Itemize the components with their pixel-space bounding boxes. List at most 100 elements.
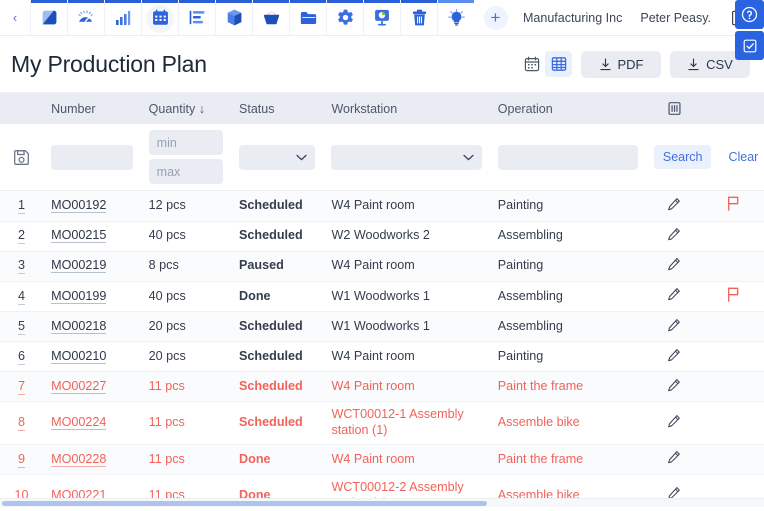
row-number-cell: MO00228 (43, 444, 141, 474)
edit-pencil-icon (667, 227, 681, 241)
nav-item-calendar-icon[interactable] (141, 0, 178, 36)
table-row[interactable]: 2MO0021540 pcsScheduledW2 Woodworks 2Ass… (0, 221, 764, 251)
edit-row-button[interactable] (667, 414, 681, 433)
row-quantity: 8 pcs (141, 251, 231, 281)
mo-link[interactable]: MO00218 (51, 319, 106, 334)
table-filter-body: Search Clear (0, 124, 764, 191)
col-header-quantity[interactable]: Quantity ↓ (141, 93, 231, 124)
nav-item-task-list-icon[interactable] (178, 0, 215, 36)
nav-back-button[interactable]: ‹ (0, 0, 30, 36)
table-row[interactable]: 5MO0021820 pcsScheduledW1 Woodworks 1Ass… (0, 312, 764, 342)
mo-link[interactable]: MO00228 (51, 452, 106, 467)
flag-row-button[interactable] (726, 287, 740, 307)
table-head: Number Quantity ↓ Status Workstation Ope… (0, 93, 764, 124)
filter-workstation-select[interactable] (331, 145, 481, 170)
edit-row-button[interactable] (667, 227, 681, 246)
production-plan-table-wrapper: Number Quantity ↓ Status Workstation Ope… (0, 92, 764, 507)
edit-pencil-icon (667, 197, 681, 211)
top-navigation-bar: ‹ (0, 0, 764, 36)
filter-number-input[interactable] (51, 145, 133, 170)
header-actions: PDF CSV (518, 51, 750, 78)
nav-item-bar-chart-icon[interactable] (104, 0, 141, 36)
download-pdf-button[interactable]: PDF (581, 51, 661, 78)
mo-link[interactable]: MO00227 (51, 379, 106, 394)
mo-link[interactable]: MO00215 (51, 228, 106, 243)
col-header-status[interactable]: Status (231, 93, 323, 124)
table-row[interactable]: 1MO0019212 pcsScheduledW4 Paint roomPain… (0, 191, 764, 222)
save-filter-button[interactable] (8, 149, 35, 166)
table-row[interactable]: 4MO0019940 pcsDoneW1 Woodworks 1Assembli… (0, 281, 764, 312)
mo-link[interactable]: MO00192 (51, 198, 106, 213)
nav-item-trash-icon[interactable] (400, 0, 437, 36)
clear-button[interactable]: Clear (719, 145, 764, 169)
col-header-workstation[interactable]: Workstation (323, 93, 489, 124)
edit-pencil-icon (667, 287, 681, 301)
filter-number-cell (43, 124, 141, 191)
filter-quantity-max-input[interactable] (149, 159, 223, 184)
save-filter-icon (13, 149, 30, 166)
edit-row-button[interactable] (667, 257, 681, 276)
edit-row-button[interactable] (667, 318, 681, 337)
edit-row-button[interactable] (667, 197, 681, 216)
nav-item-box-icon[interactable] (215, 0, 252, 36)
edit-row-button[interactable] (667, 450, 681, 469)
row-edit-cell (646, 251, 702, 281)
box-icon (227, 9, 242, 26)
filter-operation-input[interactable] (498, 145, 638, 170)
nav-item-lightbulb-icon[interactable] (437, 0, 474, 36)
nav-item-basket-icon[interactable] (252, 0, 289, 36)
nav-item-dashboard-icon[interactable] (30, 0, 67, 36)
edit-row-button[interactable] (667, 287, 681, 306)
nav-item-gauge-icon[interactable] (67, 0, 104, 36)
calendar-view-button[interactable] (518, 51, 545, 77)
row-edit-cell (646, 312, 702, 342)
edit-row-button[interactable] (667, 348, 681, 367)
table-row[interactable]: 3MO002198 pcsPausedW4 Paint roomPainting (0, 251, 764, 281)
nav-item-gear-icon[interactable] (326, 0, 363, 36)
horizontal-scrollbar[interactable] (0, 498, 764, 507)
production-plan-table: Number Quantity ↓ Status Workstation Ope… (0, 93, 764, 507)
nav-item-folder-icon[interactable] (289, 0, 326, 36)
table-row[interactable]: 7MO0022711 pcsScheduledW4 Paint roomPain… (0, 372, 764, 402)
edit-pencil-icon (667, 318, 681, 332)
col-header-operation[interactable]: Operation (490, 93, 646, 124)
filter-actions-cell: Search Clear (646, 124, 764, 191)
row-index: 4 (0, 281, 43, 312)
table-row[interactable]: 6MO0021020 pcsScheduledW4 Paint roomPain… (0, 342, 764, 372)
add-tab-button[interactable]: + (477, 0, 514, 36)
filter-quantity-min-input[interactable] (149, 130, 223, 155)
row-edit-cell (646, 221, 702, 251)
download-icon (687, 58, 700, 71)
tasks-check-button[interactable] (735, 31, 764, 60)
row-edit-cell (646, 372, 702, 402)
row-index: 9 (0, 444, 43, 474)
table-row[interactable]: 9MO0022811 pcsDoneW4 Paint roomPaint the… (0, 444, 764, 474)
row-quantity: 20 pcs (141, 312, 231, 342)
nav-item-report-icon[interactable] (363, 0, 400, 36)
row-edit-cell (646, 444, 702, 474)
row-number-cell: MO00218 (43, 312, 141, 342)
help-button[interactable] (735, 0, 764, 29)
lightbulb-icon (448, 9, 465, 26)
edit-pencil-icon (667, 378, 681, 392)
flag-row-button[interactable] (726, 196, 740, 216)
mo-link[interactable]: MO00219 (51, 258, 106, 273)
filter-status-select[interactable] (239, 145, 315, 170)
scrollbar-thumb[interactable] (2, 501, 487, 506)
csv-label: CSV (706, 57, 733, 72)
user-name[interactable]: Peter Peasy. (631, 11, 720, 25)
table-view-button[interactable] (545, 51, 572, 77)
row-status: Scheduled (231, 312, 323, 342)
company-name[interactable]: Manufacturing Inc (514, 11, 631, 25)
col-header-number[interactable]: Number (43, 93, 141, 124)
nav-icon-tabs: ‹ (0, 0, 474, 36)
edit-row-button[interactable] (667, 378, 681, 397)
mo-link[interactable]: MO00224 (51, 415, 106, 430)
search-button[interactable]: Search (654, 145, 712, 169)
col-header-settings[interactable] (646, 93, 702, 124)
save-filter-cell (0, 124, 43, 191)
table-row[interactable]: 8MO0022411 pcsScheduledWCT00012-1 Assemb… (0, 402, 764, 444)
mo-link[interactable]: MO00210 (51, 349, 106, 364)
filter-quantity-cell (141, 124, 231, 191)
mo-link[interactable]: MO00199 (51, 289, 106, 304)
